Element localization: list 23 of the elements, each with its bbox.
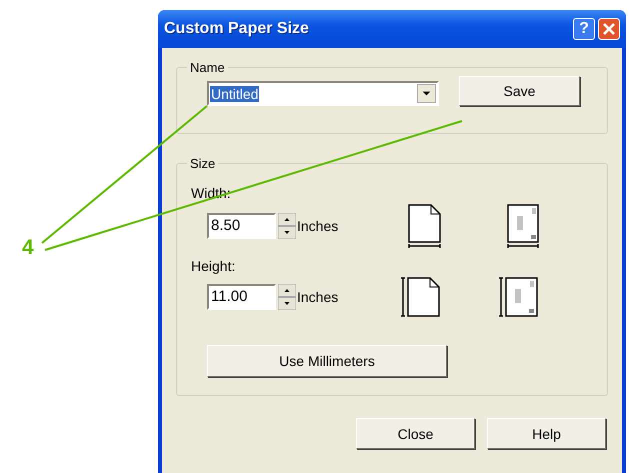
dialog-button[interactable]: Close xyxy=(356,418,475,449)
page-width-icon xyxy=(407,204,443,248)
spinner-arrows-icon[interactable] xyxy=(278,284,296,310)
unit-label: Inches xyxy=(297,218,338,234)
page-height-icon xyxy=(399,277,443,317)
unit-label: Inches xyxy=(297,289,338,305)
dropdown-arrow-icon[interactable] xyxy=(417,84,436,103)
dialog-button[interactable]: Help xyxy=(487,418,606,449)
save-button[interactable]: Save xyxy=(459,76,580,106)
callout-number: 4 xyxy=(22,236,34,260)
envelope-width-icon xyxy=(505,204,541,248)
number-field[interactable]: 8.50 xyxy=(207,213,276,239)
name-combo-box[interactable]: Untitled xyxy=(207,81,439,106)
close-icon[interactable] xyxy=(598,18,620,40)
help-button[interactable]: ? xyxy=(573,18,595,40)
spinner-arrows-icon[interactable] xyxy=(278,213,296,239)
use-millimeters-button[interactable]: Use Millimeters xyxy=(207,345,447,377)
group-label: Size xyxy=(189,156,216,171)
number-field[interactable]: 11.00 xyxy=(207,284,276,310)
field-label: Height: xyxy=(191,258,236,274)
envelope-height-icon xyxy=(497,277,541,317)
group-label: Name xyxy=(189,60,226,75)
window-title: Custom Paper Size xyxy=(164,20,309,38)
